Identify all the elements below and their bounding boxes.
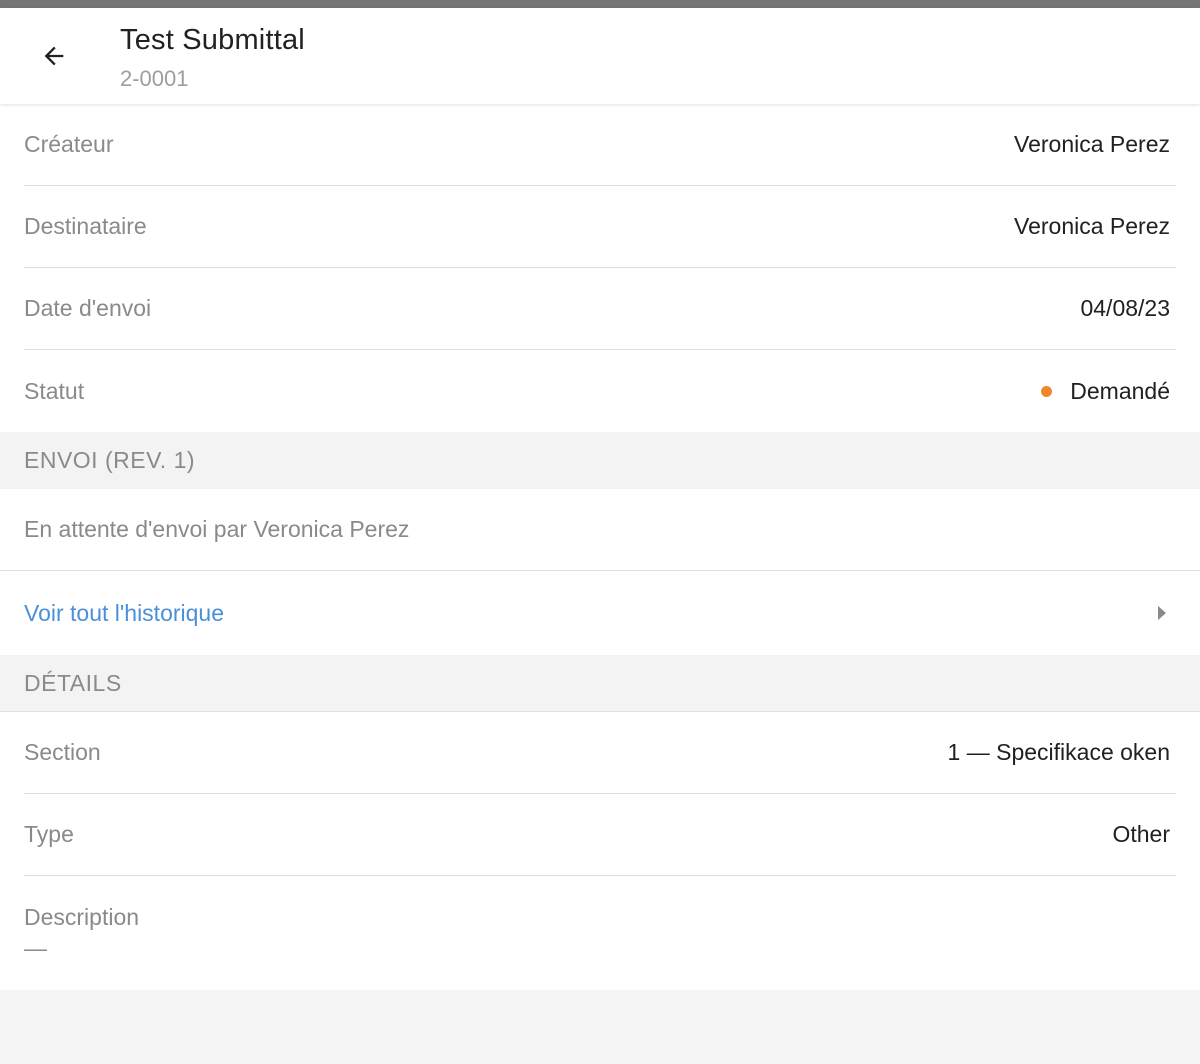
description-row: Description — [0,876,1200,990]
creator-label: Créateur [24,131,114,157]
status-dot-icon [1041,385,1053,397]
sent-date-label: Date d'envoi [24,295,152,321]
section-row: Section 1 — Specifikace oken [24,712,1176,794]
view-history-link[interactable]: Voir tout l'historique [0,571,1200,655]
recipient-value: Veronica Perez [1014,213,1170,239]
back-button[interactable] [30,32,78,80]
status-row: Statut Demandé [24,350,1176,432]
app-header: Test Submittal 2-0001 [0,8,1200,104]
status-value: Demandé [1070,377,1170,404]
sent-date-row: Date d'envoi 04/08/23 [24,268,1176,350]
sent-date-value: 04/08/23 [1080,295,1170,321]
recipient-label: Destinataire [24,213,147,239]
status-bar-strip [0,0,1200,8]
description-value: — [24,935,47,961]
section-label: Section [24,739,101,765]
arrow-left-icon [44,46,64,66]
submittal-number: 2-0001 [120,66,189,91]
type-label: Type [24,821,74,847]
status-label: Statut [24,377,85,404]
description-label: Description [24,904,140,930]
details-section-header: DÉTAILS [0,655,1200,712]
type-value: Other [1112,821,1170,847]
recipient-row: Destinataire Veronica Perez [24,186,1176,268]
creator-value: Veronica Perez [1014,131,1170,157]
details-block: Section 1 — Specifikace oken Type Other … [0,712,1200,990]
submittal-detail-content: Créateur Veronica Perez Destinataire Ver… [0,104,1200,990]
type-row: Type Other [24,794,1176,876]
page-title: Test Submittal [120,24,305,56]
section-value: 1 — Specifikace oken [947,739,1170,765]
pending-status-text: En attente d'envoi par Veronica Perez [0,489,1200,571]
creator-row: Créateur Veronica Perez [24,104,1176,186]
envoi-section-header: ENVOI (REV. 1) [0,432,1200,489]
chevron-right-icon [1158,606,1166,620]
general-info-block: Créateur Veronica Perez Destinataire Ver… [0,104,1200,432]
status-value-wrap: Demandé [1041,378,1176,405]
view-history-label: Voir tout l'historique [24,599,225,626]
